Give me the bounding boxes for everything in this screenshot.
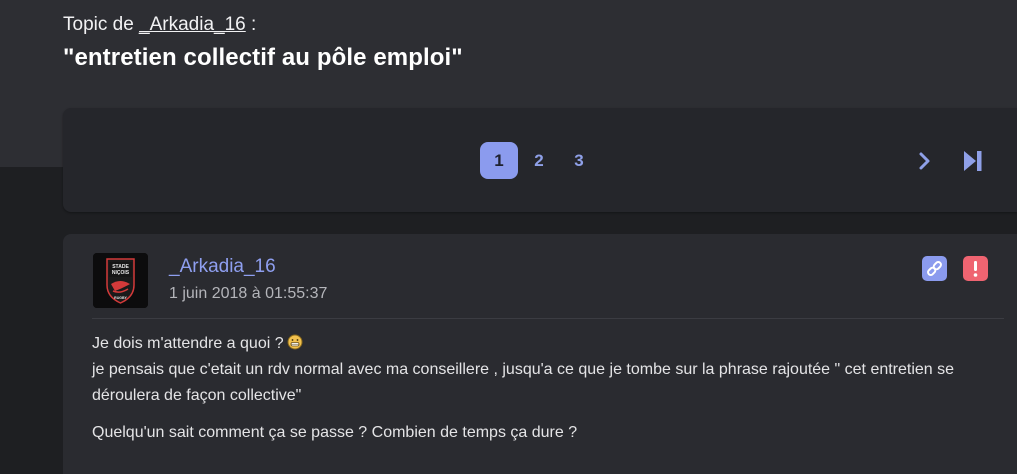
post-line-3: Quelqu'un sait comment ça se passe ? Com…: [92, 424, 578, 441]
post-line-2: je pensais que c'etait un rdv normal ave…: [92, 361, 955, 404]
page-button-1[interactable]: 1: [480, 142, 518, 179]
topic-author-link[interactable]: _Arkadia_16: [139, 14, 246, 35]
report-button[interactable]: [963, 256, 988, 281]
post-card: STADE NIÇOIS RUGBY _Arkadia_16 1 juin 20…: [63, 234, 1017, 474]
topic-byline-prefix: Topic de: [63, 14, 140, 35]
avatar[interactable]: STADE NIÇOIS RUGBY: [93, 253, 148, 308]
post-body: Je dois m'attendre a quoi ? je pensais q…: [92, 331, 1004, 457]
chevron-right-icon[interactable]: [912, 148, 938, 174]
post-line-1: Je dois m'attendre a quoi ?: [92, 335, 284, 352]
topic-title: "entretien collectif au pôle emploi": [63, 44, 463, 71]
post-divider: [92, 318, 1004, 319]
topic-byline: Topic de _Arkadia_16 :: [63, 14, 256, 36]
avatar-text-3: RUGBY: [114, 296, 127, 300]
pagination-bar: 1 2 3: [63, 108, 1017, 212]
post-date: 1 juin 2018 à 01:55:37: [169, 285, 328, 302]
post-author-link[interactable]: _Arkadia_16: [169, 256, 276, 278]
page-button-2[interactable]: 2: [520, 142, 558, 179]
skip-to-last-icon[interactable]: [960, 148, 986, 174]
avatar-text-2: NIÇOIS: [112, 270, 130, 276]
smiley-icon: [287, 333, 303, 350]
stade-nicois-rugby-logo: STADE NIÇOIS RUGBY: [93, 253, 148, 308]
link-icon: [927, 261, 942, 276]
permalink-button[interactable]: [922, 256, 947, 281]
topic-byline-suffix: :: [245, 14, 257, 35]
exclamation-icon: [973, 261, 978, 277]
page-button-3[interactable]: 3: [560, 142, 598, 179]
